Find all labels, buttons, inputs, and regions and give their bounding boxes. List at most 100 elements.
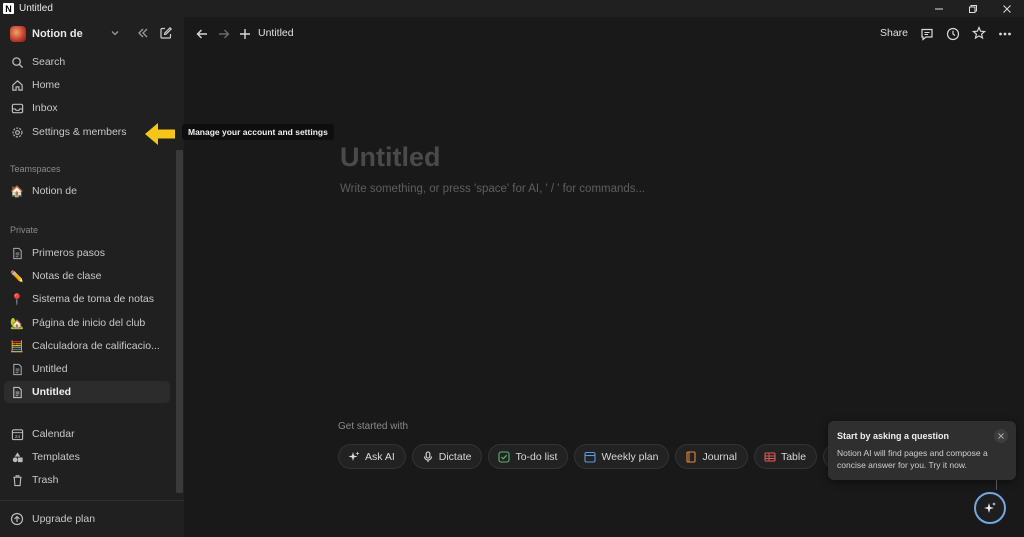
- gear-icon: [10, 125, 24, 139]
- private-heading: Private: [10, 225, 39, 235]
- abacus-emoji-icon: 🧮: [10, 340, 24, 353]
- search-icon: [10, 55, 24, 69]
- sidebar-item-label: Sistema de toma de notas: [32, 293, 154, 305]
- sidebar-item-label: Settings & members: [32, 126, 127, 138]
- workspace-switcher[interactable]: Notion de: [0, 23, 184, 45]
- sidebar-item-home[interactable]: Home: [4, 74, 170, 96]
- sidebar-item-trash[interactable]: Trash: [4, 469, 170, 491]
- checkbox-icon: [498, 450, 511, 463]
- chip-label: Weekly plan: [601, 450, 659, 463]
- restore-button[interactable]: [956, 0, 990, 17]
- page-icon: [10, 362, 24, 376]
- more-options-icon[interactable]: [998, 27, 1012, 41]
- sidebar-page-pagina-club[interactable]: 🏡 Página de inicio del club: [4, 312, 170, 334]
- pencil-emoji-icon: ✏️: [10, 270, 24, 283]
- sidebar-item-templates[interactable]: Templates: [4, 446, 170, 468]
- page-body-input[interactable]: Write something, or press 'space' for AI…: [340, 183, 645, 195]
- workspace-avatar: [10, 26, 26, 42]
- sidebar: Notion de Search Home Inbox Settings & m…: [0, 17, 184, 537]
- ai-popup-close-button[interactable]: [994, 429, 1008, 443]
- restore-icon: [969, 4, 977, 13]
- sidebar-item-inbox[interactable]: Inbox: [4, 97, 170, 119]
- weekly-plan-chip[interactable]: Weekly plan: [574, 444, 670, 469]
- inbox-icon: [10, 101, 24, 115]
- ai-onboarding-popup: Start by asking a question Notion AI wil…: [828, 421, 1016, 480]
- teamspaces-heading: Teamspaces: [10, 164, 61, 174]
- sidebar-item-label: Notas de clase: [32, 270, 102, 282]
- forward-arrow-icon[interactable]: [217, 27, 231, 41]
- chip-label: Dictate: [438, 450, 472, 463]
- pin-emoji-icon: 📍: [10, 293, 24, 306]
- favorite-star-icon[interactable]: [972, 26, 986, 40]
- chip-label: Ask AI: [365, 450, 395, 463]
- notion-ai-button[interactable]: [974, 492, 1006, 524]
- journal-chip[interactable]: Journal: [675, 444, 748, 469]
- table-chip[interactable]: Table: [753, 444, 818, 469]
- back-arrow-icon[interactable]: [195, 27, 209, 41]
- page-title-input[interactable]: Untitled: [340, 142, 441, 173]
- microphone-icon: [422, 450, 434, 463]
- sidebar-page-untitled-1[interactable]: Untitled: [4, 358, 170, 380]
- history-clock-icon[interactable]: [946, 27, 960, 41]
- sidebar-item-label: Notion de: [32, 185, 77, 197]
- sparkle-icon: [984, 502, 996, 513]
- sidebar-page-primeros-pasos[interactable]: Primeros pasos: [4, 242, 170, 264]
- sidebar-page-calculadora[interactable]: 🧮 Calculadora de calificacio...: [4, 335, 170, 357]
- chip-label: Journal: [702, 450, 737, 463]
- ai-popup-title: Start by asking a question: [837, 431, 950, 441]
- sidebar-item-calendar[interactable]: 24 Calendar: [4, 423, 170, 445]
- sidebar-item-label: Trash: [32, 474, 59, 486]
- ai-popup-connector: [996, 480, 997, 490]
- sidebar-page-notas-de-clase[interactable]: ✏️ Notas de clase: [4, 265, 170, 287]
- upgrade-plan-button[interactable]: Upgrade plan: [0, 500, 184, 537]
- collapse-sidebar-icon[interactable]: [136, 26, 150, 40]
- sidebar-item-label: Untitled: [32, 363, 68, 375]
- sidebar-item-label: Calendar: [32, 428, 75, 440]
- sidebar-scrollbar[interactable]: [176, 150, 183, 493]
- get-started-label: Get started with: [338, 421, 409, 432]
- comments-icon[interactable]: [920, 27, 934, 41]
- new-page-icon[interactable]: [159, 26, 173, 40]
- close-icon: [1003, 4, 1011, 13]
- sidebar-item-search[interactable]: Search: [4, 51, 170, 73]
- calendar-icon: [584, 451, 597, 463]
- add-page-icon[interactable]: [238, 27, 252, 41]
- window-controls: [922, 0, 1024, 17]
- journal-icon: [685, 450, 697, 463]
- close-window-button[interactable]: [990, 0, 1024, 17]
- window-titlebar: N Untitled: [0, 0, 1024, 17]
- minimize-button[interactable]: [922, 0, 956, 17]
- sidebar-item-label: Search: [32, 56, 66, 68]
- breadcrumb[interactable]: Untitled: [258, 27, 294, 39]
- sidebar-item-teamspace[interactable]: 🏠 Notion de: [4, 180, 170, 202]
- chevron-down-icon[interactable]: [109, 27, 121, 39]
- sidebar-page-untitled-active[interactable]: Untitled: [4, 381, 170, 403]
- upgrade-arrow-icon: [10, 512, 24, 526]
- sidebar-item-label: Templates: [32, 451, 80, 463]
- page-icon: [10, 385, 24, 399]
- dictate-chip[interactable]: Dictate: [411, 444, 483, 469]
- calendar-icon: 24: [10, 427, 24, 441]
- sidebar-page-sistema-notas[interactable]: 📍 Sistema de toma de notas: [4, 288, 170, 310]
- yellow-arrow-icon: [145, 123, 175, 145]
- home-icon: [10, 78, 24, 92]
- settings-tooltip: Manage your account and settings: [182, 124, 334, 140]
- minimize-icon: [935, 8, 943, 9]
- todo-list-chip[interactable]: To-do list: [488, 444, 569, 469]
- chip-label: Table: [780, 450, 807, 463]
- share-button[interactable]: Share: [880, 27, 908, 39]
- trash-icon: [10, 473, 24, 487]
- calendar-badge: 24: [14, 434, 20, 439]
- templates-icon: [10, 450, 24, 464]
- sidebar-item-label: Calculadora de calificacio...: [32, 340, 160, 352]
- table-icon: [764, 451, 776, 463]
- notion-app-icon: N: [3, 3, 14, 14]
- sparkle-icon: [348, 451, 360, 463]
- house-garden-emoji-icon: 🏡: [10, 317, 24, 330]
- upgrade-plan-label: Upgrade plan: [32, 513, 96, 525]
- window-title: Untitled: [19, 3, 53, 14]
- sidebar-item-label: Untitled: [32, 386, 72, 398]
- ask-ai-chip[interactable]: Ask AI: [338, 444, 406, 469]
- house-emoji-icon: 🏠: [10, 185, 24, 198]
- get-started-chips: Ask AI Dictate To-do list Weekly plan Jo…: [338, 444, 842, 469]
